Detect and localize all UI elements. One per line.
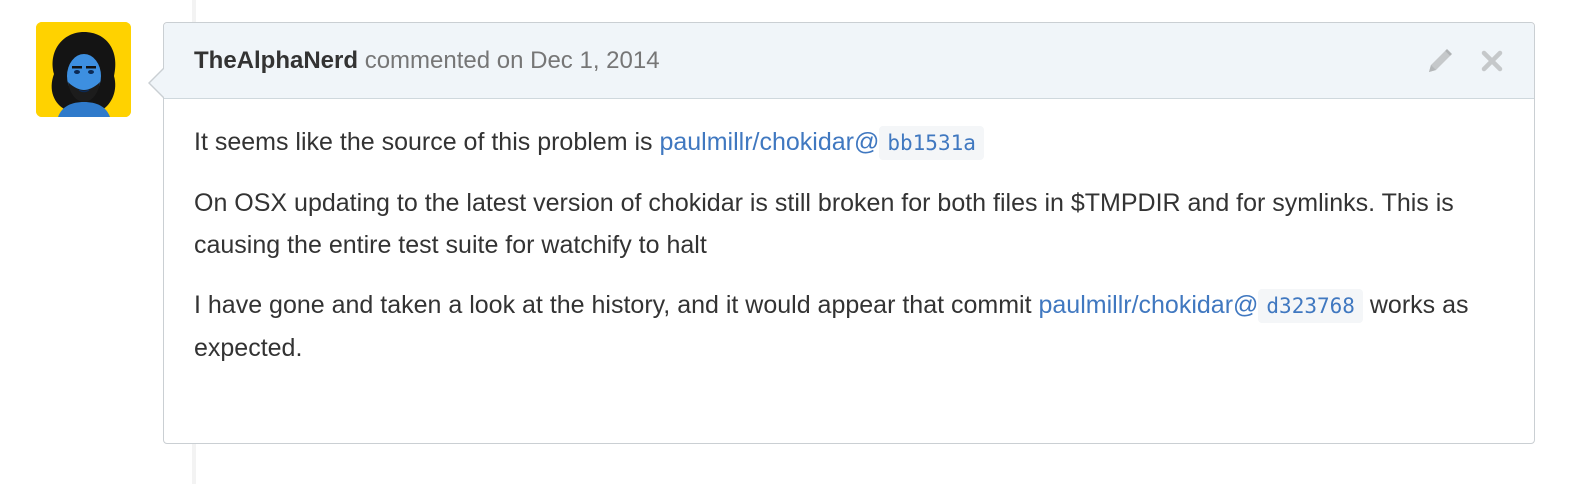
paragraph-text: It seems like the source of this problem…	[194, 128, 660, 156]
comment-date[interactable]: Dec 1, 2014	[530, 47, 659, 74]
comment-action-text: commented on	[364, 46, 524, 74]
comment-actions	[1424, 45, 1508, 77]
comment-arrow-fill	[150, 68, 165, 98]
paragraph-text: I have gone and taken a look at the hist…	[194, 291, 1039, 319]
comment-header: TheAlphaNerd commented on Dec 1, 2014	[164, 23, 1534, 99]
comment-thread: TheAlphaNerd commented on Dec 1, 2014 It…	[0, 0, 1586, 484]
commit-sha[interactable]: bb1531a	[879, 126, 984, 160]
close-icon[interactable]	[1476, 45, 1508, 77]
commit-link[interactable]: paulmillr/chokidar@	[1039, 291, 1259, 319]
pencil-icon[interactable]	[1424, 45, 1456, 77]
comment-paragraph: It seems like the source of this problem…	[194, 121, 1504, 164]
commit-link[interactable]: paulmillr/chokidar@	[659, 128, 879, 156]
avatar-image	[36, 22, 131, 117]
author-link[interactable]: TheAlphaNerd	[194, 47, 358, 74]
comment-meta: TheAlphaNerd commented on Dec 1, 2014	[194, 47, 1424, 75]
avatar[interactable]	[36, 22, 131, 117]
comment-paragraph: I have gone and taken a look at the hist…	[194, 284, 1504, 369]
comment-body: It seems like the source of this problem…	[164, 99, 1534, 369]
commit-sha[interactable]: d323768	[1258, 289, 1363, 323]
comment-box: TheAlphaNerd commented on Dec 1, 2014 It…	[148, 22, 1535, 444]
comment-paragraph: On OSX updating to the latest version of…	[194, 189, 1454, 259]
